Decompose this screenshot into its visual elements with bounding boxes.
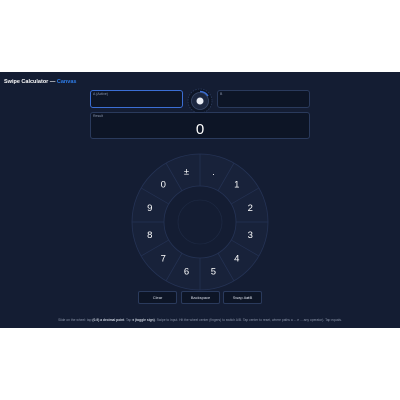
- backspace-button[interactable]: Backspace: [181, 291, 220, 304]
- wheel-key-10[interactable]: 9: [147, 203, 152, 214]
- wheel-key-9[interactable]: 8: [147, 230, 152, 241]
- wheel-key-4[interactable]: 3: [248, 230, 253, 241]
- input-a-field[interactable]: A (Active): [90, 90, 183, 108]
- input-a[interactable]: [91, 91, 182, 107]
- page-title: Swipe Calculator — Canvas: [4, 79, 76, 85]
- wheel-key-7[interactable]: 6: [184, 267, 189, 278]
- wheel-key-3[interactable]: 2: [248, 203, 253, 214]
- input-b-field[interactable]: B: [217, 90, 310, 108]
- wheel-key-0[interactable]: ±: [184, 166, 189, 177]
- wheel-key-5[interactable]: 4: [234, 253, 239, 264]
- result-label: Result: [93, 114, 103, 118]
- clear-button[interactable]: Clear: [138, 291, 177, 304]
- wheel-key-11[interactable]: 0: [161, 180, 166, 191]
- swap-knob-center-icon: [196, 97, 204, 105]
- wheel-center-hub[interactable]: [163, 185, 237, 259]
- input-b[interactable]: [218, 91, 309, 107]
- wheel-key-6[interactable]: 5: [211, 267, 216, 278]
- help-text-3: . Swipe to input. Hit the wheel center (…: [154, 318, 342, 322]
- swap-dial-knob[interactable]: [187, 88, 213, 114]
- wheel-key-1[interactable]: .: [212, 167, 215, 177]
- result-value: 0: [195, 121, 205, 138]
- wheel-key-2[interactable]: 1: [234, 180, 239, 191]
- help-text-bold-3: ± (toggle sign): [132, 318, 155, 322]
- help-text-1: Slide on the wheel: tap: [58, 318, 93, 322]
- title-text: Swipe Calculator —: [4, 79, 56, 85]
- help-text-bold-2: a decimal point: [100, 318, 125, 322]
- swap-button[interactable]: Swap A⇄B: [223, 291, 262, 304]
- wheel-key-8[interactable]: 7: [161, 253, 166, 264]
- title-subtitle: Canvas: [56, 79, 77, 85]
- help-text: Slide on the wheel: tap (0-9) a decimal …: [0, 318, 400, 322]
- result-display: Result 0: [90, 112, 310, 139]
